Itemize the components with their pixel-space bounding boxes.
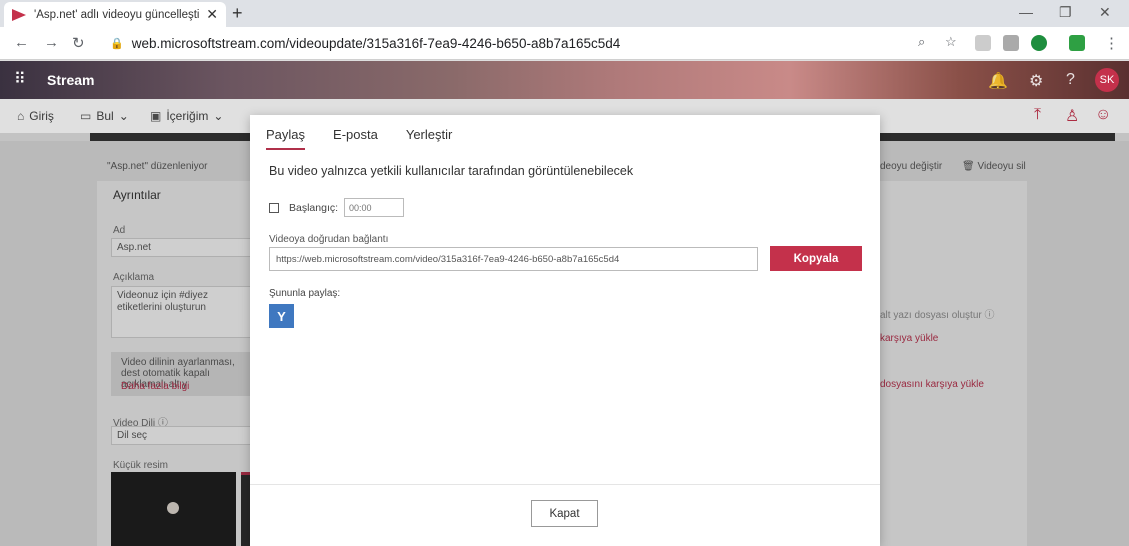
forward-icon[interactable]: → <box>44 34 59 51</box>
stream-header: ⠿ Stream 🔔 ⚙ ? <box>0 61 1129 99</box>
adblock-extension-icon[interactable] <box>1031 35 1047 51</box>
new-tab-icon[interactable]: + <box>232 3 243 24</box>
url-text: web.microsoftstream.com/videoupdate/315a… <box>131 36 621 51</box>
stream-logo-icon <box>12 8 26 21</box>
yammer-share-button[interactable]: Y <box>269 304 294 328</box>
url-field[interactable]: 🔒 web.microsoftstream.com/videoupdate/31… <box>110 32 890 55</box>
zoom-icon[interactable]: ⌕ <box>918 34 925 50</box>
close-button[interactable]: Kapat <box>531 500 598 527</box>
dialog-footer-divider <box>250 484 880 485</box>
avatar[interactable]: SK <box>1095 68 1119 92</box>
settings-gear-icon[interactable]: ⚙ <box>1029 71 1043 91</box>
start-time-checkbox[interactable] <box>269 202 279 213</box>
bookmark-star-icon[interactable]: ☆ <box>945 34 957 50</box>
browser-tab-bar: 'Asp.net' adlı videoyu güncelleşti ✕ + —… <box>0 0 1129 27</box>
permission-description: Bu video yalnızca yetkili kullanıcılar t… <box>269 164 634 178</box>
direct-link-label: Videoya doğrudan bağlantı <box>269 234 389 245</box>
direct-link-field[interactable] <box>269 247 758 271</box>
share-tabs: Paylaş E-posta Yerleştir <box>266 127 480 150</box>
extension-icon[interactable] <box>975 35 991 51</box>
camera-extension-icon[interactable] <box>1003 35 1019 51</box>
shield-extension-icon[interactable] <box>1069 35 1085 51</box>
close-window-icon[interactable]: ✕ <box>1099 4 1111 21</box>
tab-email[interactable]: E-posta <box>333 127 378 150</box>
yammer-icon: Y <box>277 308 286 324</box>
stream-brand[interactable]: Stream <box>47 72 94 88</box>
restore-icon[interactable]: ❐ <box>1059 4 1072 21</box>
start-time-label: Başlangıç: <box>289 201 339 214</box>
minimize-icon[interactable]: — <box>1019 4 1033 20</box>
browser-tab[interactable]: 'Asp.net' adlı videoyu güncelleşti ✕ <box>4 2 226 27</box>
tab-title: 'Asp.net' adlı videoyu güncelleşti <box>34 8 200 21</box>
address-bar: ← → ↻ 🔒 web.microsoftstream.com/videoupd… <box>0 27 1129 60</box>
close-tab-icon[interactable]: ✕ <box>206 6 218 23</box>
browser-menu-icon[interactable]: ⋮ <box>1104 34 1119 52</box>
reload-icon[interactable]: ↻ <box>72 34 85 52</box>
tab-embed[interactable]: Yerleştir <box>406 127 452 150</box>
start-time-row: Başlangıç: <box>269 198 405 217</box>
app-launcher-icon[interactable]: ⠿ <box>14 69 26 89</box>
lock-icon: 🔒 <box>110 38 124 50</box>
help-icon[interactable]: ? <box>1066 71 1075 89</box>
start-time-input[interactable] <box>344 198 405 217</box>
share-with-label: Şununla paylaş: <box>269 288 341 299</box>
tab-share[interactable]: Paylaş <box>266 127 306 150</box>
notification-bell-icon[interactable]: 🔔 <box>988 71 1008 91</box>
copy-button[interactable]: Kopyala <box>770 246 862 271</box>
share-dialog: Paylaş E-posta Yerleştir Bu video yalnız… <box>250 115 880 546</box>
back-icon[interactable]: ← <box>14 34 29 51</box>
